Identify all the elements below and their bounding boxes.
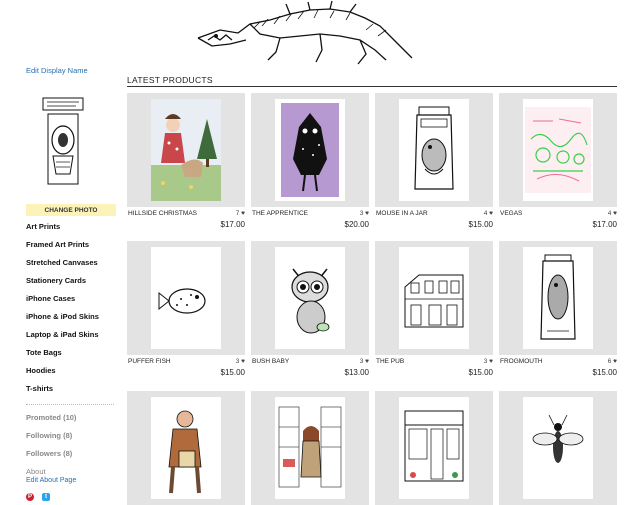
product-name[interactable]: MOUSE IN A JAR (376, 210, 428, 217)
following-link[interactable]: Following (8) (26, 431, 72, 440)
product-thumbnail[interactable] (127, 93, 245, 207)
followers-link[interactable]: Followers (8) (26, 449, 72, 458)
heading-rule (127, 86, 617, 87)
shop-worker-artwork (275, 397, 345, 499)
product-thumbnail[interactable] (127, 241, 245, 355)
man-with-bag-artwork (151, 397, 221, 499)
nav-item-laptop-ipad-skins[interactable]: Laptop & iPad Skins (26, 329, 99, 347)
product-price: $17.00 (592, 220, 617, 229)
skull-eye-icon (214, 34, 218, 38)
pinterest-icon[interactable]: P (26, 493, 34, 501)
product-price: $15.00 (592, 368, 617, 377)
frogmouth-artwork (523, 247, 593, 349)
edit-display-name-link[interactable]: Edit Display Name (26, 66, 88, 75)
heart-icon: ♥ (239, 358, 245, 365)
puffer-fish-artwork (151, 247, 221, 349)
product-name[interactable]: VEGAS (500, 210, 522, 217)
nav-item-stationery-cards[interactable]: Stationery Cards (26, 275, 99, 293)
the-pub-artwork (399, 247, 469, 349)
mouse-in-a-jar-artwork (399, 99, 469, 201)
promoted-link[interactable]: Promoted (10) (26, 413, 76, 422)
product-likes[interactable]: 3 ♥ (236, 358, 245, 365)
vegas-artwork (523, 99, 593, 201)
product-name[interactable]: FROGMOUTH (500, 358, 543, 365)
edit-about-page-link[interactable]: Edit About Page (26, 477, 76, 484)
twitter-icon[interactable]: t (42, 493, 50, 501)
change-photo-button[interactable]: CHANGE PHOTO (26, 204, 116, 216)
nav-item-art-prints[interactable]: Art Prints (26, 221, 99, 239)
product-price: $17.00 (220, 220, 245, 229)
product-name[interactable]: BUSH BABY (252, 358, 289, 365)
product-thumbnail[interactable] (251, 241, 369, 355)
nav-item-stretched-canvases[interactable]: Stretched Canvases (26, 257, 99, 275)
product-price: $13.00 (344, 368, 369, 377)
product-price: $15.00 (220, 368, 245, 377)
latest-products-heading: LATEST PRODUCTS (127, 75, 213, 85)
product-thumbnail[interactable] (499, 391, 617, 505)
heart-icon: ♥ (611, 358, 617, 365)
product-thumbnail[interactable] (127, 391, 245, 505)
product-thumbnail[interactable] (251, 391, 369, 505)
shop-front-artwork (399, 397, 469, 499)
nav-item-iphone-cases[interactable]: iPhone Cases (26, 293, 99, 311)
heart-icon: ♥ (363, 210, 369, 217)
product-likes[interactable]: 3 ♥ (360, 358, 369, 365)
avatar[interactable] (38, 94, 88, 190)
sidebar-divider (26, 404, 114, 405)
product-likes[interactable]: 4 ♥ (608, 210, 617, 217)
product-name[interactable]: PUFFER FISH (128, 358, 171, 365)
product-type-nav: Art Prints Framed Art Prints Stretched C… (26, 221, 99, 401)
product-name[interactable]: THE PUB (376, 358, 404, 365)
product-thumbnail[interactable] (251, 93, 369, 207)
product-name[interactable]: THE APPRENTICE (252, 210, 308, 217)
product-likes[interactable]: 3 ♥ (484, 358, 493, 365)
nav-item-tote-bags[interactable]: Tote Bags (26, 347, 99, 365)
nav-item-framed-art-prints[interactable]: Framed Art Prints (26, 239, 99, 257)
product-price: $20.00 (344, 220, 369, 229)
product-name[interactable]: HILLSIDE CHRISTMAS (128, 210, 197, 217)
product-thumbnail[interactable] (375, 391, 493, 505)
about-label: About (26, 467, 46, 476)
product-price: $15.00 (468, 220, 493, 229)
nav-item-t-shirts[interactable]: T-shirts (26, 383, 99, 401)
heart-icon: ♥ (363, 358, 369, 365)
the-apprentice-artwork (275, 99, 345, 201)
insect-artwork (523, 397, 593, 499)
nav-item-hoodies[interactable]: Hoodies (26, 365, 99, 383)
banner-skeleton-illustration (197, 0, 413, 65)
product-likes[interactable]: 6 ♥ (608, 358, 617, 365)
heart-icon: ♥ (487, 358, 493, 365)
product-thumbnail[interactable] (375, 241, 493, 355)
product-likes[interactable]: 4 ♥ (484, 210, 493, 217)
heart-icon: ♥ (239, 210, 245, 217)
product-thumbnail[interactable] (499, 93, 617, 207)
hillside-christmas-artwork (151, 99, 221, 201)
heart-icon: ♥ (611, 210, 617, 217)
nav-item-iphone-ipod-skins[interactable]: iPhone & iPod Skins (26, 311, 99, 329)
product-likes[interactable]: 3 ♥ (360, 210, 369, 217)
product-thumbnail[interactable] (375, 93, 493, 207)
bush-baby-artwork (275, 247, 345, 349)
product-price: $15.00 (468, 368, 493, 377)
product-thumbnail[interactable] (499, 241, 617, 355)
heart-icon: ♥ (487, 210, 493, 217)
product-likes[interactable]: 7 ♥ (236, 210, 245, 217)
